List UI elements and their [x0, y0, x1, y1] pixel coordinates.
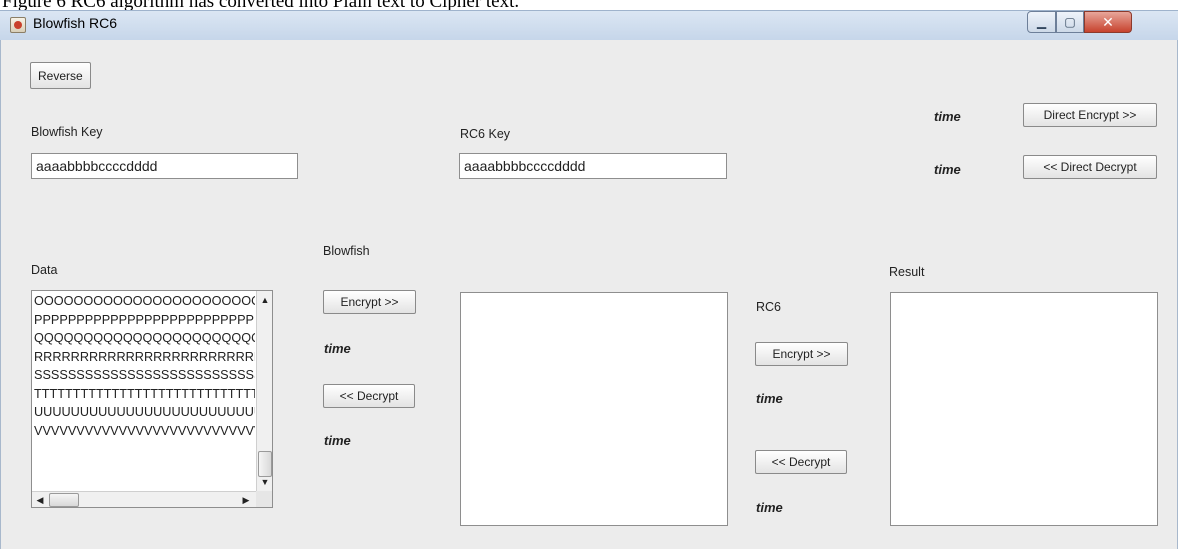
scrollbar-corner: [256, 491, 272, 507]
result-label: Result: [889, 265, 925, 279]
blowfish-decrypt-time: time: [324, 433, 351, 448]
minimize-icon: ▁: [1036, 15, 1047, 29]
rc6-key-input[interactable]: [459, 153, 727, 179]
direct-decrypt-button[interactable]: << Direct Decrypt: [1023, 155, 1157, 179]
data-line: UUUUUUUUUUUUUUUUUUUUUUUUUUUUUUUUUUU: [34, 405, 255, 419]
data-textarea[interactable]: OOOOOOOOOOOOOOOOOOOOOOOOOOOOOOOOOO PPPPP…: [31, 290, 273, 508]
data-vertical-scrollbar[interactable]: ▲ ▼: [256, 291, 272, 491]
window-title: Blowfish RC6: [33, 15, 118, 31]
blowfish-encrypt-button[interactable]: Encrypt >>: [323, 290, 416, 314]
blowfish-encrypt-time: time: [324, 341, 351, 356]
result-textarea[interactable]: [890, 292, 1158, 526]
blowfish-key-input[interactable]: [31, 153, 298, 179]
maximize-button[interactable]: ▢: [1056, 11, 1084, 33]
direct-decrypt-time: time: [934, 162, 961, 177]
window-titlebar[interactable]: [0, 10, 1178, 40]
horizontal-scroll-thumb[interactable]: [49, 493, 79, 507]
data-line: RRRRRRRRRRRRRRRRRRRRRRRRRRRRRRRRRRRRRRRR…: [34, 349, 255, 364]
blowfish-decrypt-button[interactable]: << Decrypt: [323, 384, 415, 408]
blowfish-output-textarea[interactable]: [460, 292, 728, 526]
rc6-decrypt-time: time: [756, 500, 783, 515]
scroll-down-arrow-icon[interactable]: ▼: [257, 473, 272, 490]
data-horizontal-scrollbar[interactable]: ◀ ▶: [32, 491, 256, 507]
data-line: SSSSSSSSSSSSSSSSSSSSSSSSSSSSSSSSSSSSSSSS…: [34, 368, 255, 382]
minimize-button[interactable]: ▁: [1027, 11, 1056, 33]
rc6-section-label: RC6: [756, 300, 782, 314]
rc6-encrypt-button[interactable]: Encrypt >>: [755, 342, 848, 366]
rc6-key-label: RC6 Key: [460, 127, 511, 141]
blowfish-section-label: Blowfish: [323, 244, 370, 258]
scroll-right-arrow-icon[interactable]: ▶: [238, 492, 254, 507]
blowfish-key-label: Blowfish Key: [31, 125, 103, 139]
data-line: PPPPPPPPPPPPPPPPPPPPPPPPPPPPPPPPPPPPPPPP…: [34, 312, 255, 327]
data-line: TTTTTTTTTTTTTTTTTTTTTTTTTTTTTTTTTTTTTTTT…: [34, 386, 255, 401]
direct-encrypt-button[interactable]: Direct Encrypt >>: [1023, 103, 1157, 127]
data-label: Data: [31, 263, 58, 277]
close-button[interactable]: ✕: [1084, 11, 1132, 33]
reverse-button[interactable]: Reverse: [30, 62, 91, 89]
scroll-up-arrow-icon[interactable]: ▲: [257, 291, 272, 308]
data-line: OOOOOOOOOOOOOOOOOOOOOOOOOOOOOOOOOO: [34, 294, 255, 308]
data-text-lines: OOOOOOOOOOOOOOOOOOOOOOOOOOOOOOOOOO PPPPP…: [34, 292, 255, 440]
maximize-icon: ▢: [1064, 15, 1076, 29]
java-app-icon: [10, 17, 26, 33]
direct-encrypt-time: time: [934, 109, 961, 124]
data-line: VVVVVVVVVVVVVVVVVVVVVVVVVVVVVVVVVVVV: [34, 423, 255, 438]
rc6-encrypt-time: time: [756, 391, 783, 406]
data-line: QQQQQQQQQQQQQQQQQQQQQQQQQQQQQQQQQQ: [34, 331, 255, 345]
scroll-left-arrow-icon[interactable]: ◀: [32, 492, 48, 507]
close-icon: ✕: [1102, 13, 1114, 30]
rc6-decrypt-button[interactable]: << Decrypt: [755, 450, 847, 474]
